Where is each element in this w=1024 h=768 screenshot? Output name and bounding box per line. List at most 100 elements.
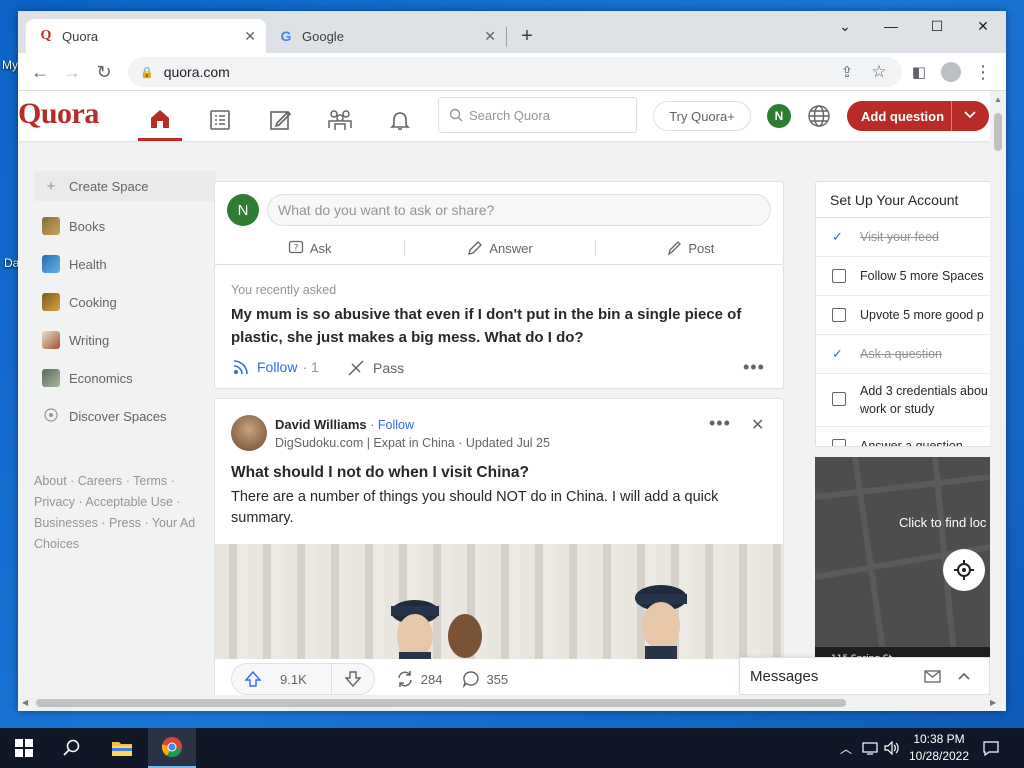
vertical-scrollbar[interactable]: ▲ <box>990 91 1006 695</box>
setup-item-answer-question[interactable]: Answer a question <box>816 427 990 446</box>
side-panel-icon[interactable]: ◧ <box>906 59 932 85</box>
follow-author-link[interactable]: · Follow <box>370 418 414 432</box>
sidebar-item-health[interactable]: Health <box>34 245 216 283</box>
minimize-button[interactable]: — <box>868 11 914 41</box>
new-message-icon[interactable] <box>924 668 942 688</box>
upvote-button[interactable]: 9.1K <box>232 663 331 695</box>
profile-icon[interactable] <box>938 59 964 85</box>
notifications-bell-icon[interactable] <box>378 99 422 141</box>
forward-button[interactable]: → <box>59 59 85 85</box>
maximize-button[interactable]: ☐ <box>914 11 960 41</box>
close-tab-icon[interactable]: ✕ <box>484 28 496 45</box>
notifications-icon[interactable] <box>980 728 1002 768</box>
map-cta-text[interactable]: Click to find loc <box>899 515 986 530</box>
show-hidden-icons-icon[interactable]: ︿ <box>836 728 856 768</box>
author-name[interactable]: David Williams <box>275 417 367 432</box>
sidebar-footer-links[interactable]: About · Careers · Terms · Privacy · Acce… <box>34 471 216 555</box>
post-question-title[interactable]: What should I not do when I visit China? <box>231 461 529 484</box>
follow-question-button[interactable]: Follow · 1 <box>233 359 319 375</box>
footer-line[interactable]: Privacy · Acceptable Use · <box>34 492 216 513</box>
desktop-icon-label[interactable]: My <box>2 58 18 72</box>
lock-icon[interactable]: 🔒 <box>140 66 154 79</box>
chrome-taskbar-button[interactable] <box>148 728 196 768</box>
checkbox[interactable] <box>832 392 846 406</box>
new-tab-button[interactable]: + <box>514 23 540 49</box>
setup-item-follow-spaces[interactable]: Follow 5 more Spaces <box>816 257 990 296</box>
language-globe-icon[interactable] <box>807 104 831 133</box>
taskbar-search-button[interactable] <box>48 728 96 768</box>
checkbox[interactable] <box>832 308 846 322</box>
checkbox[interactable] <box>832 269 846 283</box>
setup-item-visit-feed[interactable]: ✓ Visit your feed <box>816 218 990 257</box>
browser-menu-icon[interactable]: ⋮ <box>970 59 996 85</box>
scroll-left-arrow-icon[interactable]: ◀ <box>22 698 28 707</box>
map-ad-card[interactable]: 115 Spring St Click to find loc <box>815 457 990 665</box>
setup-item-ask-question[interactable]: ✓ Ask a question <box>816 335 990 374</box>
share-count: 284 <box>420 671 443 687</box>
quora-logo[interactable]: Quora <box>18 97 99 131</box>
sidebar-item-economics[interactable]: Economics <box>34 359 216 397</box>
back-button[interactable]: ← <box>27 59 53 85</box>
checkbox[interactable] <box>832 439 846 446</box>
share-button[interactable]: 284 <box>395 670 443 688</box>
horizontal-scroll-thumb[interactable] <box>36 699 846 707</box>
post-actions: 9.1K 284 355 <box>215 659 783 695</box>
post-button[interactable]: Post <box>596 234 785 262</box>
setup-item-credentials[interactable]: Add 3 credentials abou work or study <box>816 374 990 427</box>
network-icon[interactable] <box>860 728 880 768</box>
sidebar-item-discover-spaces[interactable]: Discover Spaces <box>34 397 216 435</box>
address-bar[interactable]: 🔒 quora.com <box>128 57 902 87</box>
chevron-up-icon[interactable] <box>956 668 972 688</box>
setup-item-upvote[interactable]: Upvote 5 more good p <box>816 296 990 335</box>
close-window-button[interactable]: ✕ <box>960 11 1006 41</box>
footer-line[interactable]: About · Careers · Terms · <box>34 471 216 492</box>
pass-button[interactable]: Pass <box>347 359 404 377</box>
add-question-button[interactable]: Add question <box>847 101 989 131</box>
setup-title: Set Up Your Account <box>816 182 990 218</box>
create-space-button[interactable]: + Create Space <box>34 171 216 201</box>
tab-separator <box>506 27 507 47</box>
scroll-right-arrow-icon[interactable]: ▶ <box>990 698 996 707</box>
locate-target-icon[interactable] <box>943 549 985 591</box>
footer-line[interactable]: Choices <box>34 534 216 555</box>
share-icon[interactable]: ⇪ <box>834 59 860 85</box>
tab-search-icon[interactable]: ⌄ <box>822 11 868 41</box>
search-input[interactable]: Search Quora <box>438 97 637 133</box>
vertical-scroll-thumb[interactable] <box>994 113 1002 151</box>
downvote-button[interactable] <box>330 663 374 695</box>
ask-button[interactable]: ? Ask <box>215 234 404 262</box>
try-quora-plus-button[interactable]: Try Quora+ <box>653 101 751 131</box>
scroll-up-arrow-icon[interactable]: ▲ <box>994 95 1002 104</box>
comments-button[interactable]: 355 <box>462 670 508 688</box>
tab-quora[interactable]: Q Quora ✕ <box>26 19 266 53</box>
footer-line[interactable]: Businesses · Press · Your Ad <box>34 513 216 534</box>
close-tab-icon[interactable]: ✕ <box>244 28 256 45</box>
spaces-people-icon[interactable] <box>318 99 362 141</box>
user-avatar[interactable]: N <box>767 104 791 128</box>
file-explorer-button[interactable] <box>98 728 146 768</box>
post-photo[interactable] <box>215 544 783 659</box>
horizontal-scrollbar[interactable]: ◀ ▶ <box>18 695 1006 711</box>
dismiss-icon[interactable]: ✕ <box>751 415 764 435</box>
bookmark-star-icon[interactable]: ☆ <box>866 59 892 85</box>
sidebar-item-cooking[interactable]: Cooking <box>34 283 216 321</box>
more-options-icon[interactable]: ••• <box>743 357 765 378</box>
author-avatar[interactable] <box>231 415 267 451</box>
more-options-icon[interactable]: ••• <box>709 413 731 434</box>
tab-google[interactable]: G Google ✕ <box>266 19 506 53</box>
taskbar-clock[interactable]: 10:38 PM 10/28/2022 <box>898 731 980 765</box>
sidebar-item-books[interactable]: Books <box>34 207 216 245</box>
answer-pencil-icon[interactable] <box>258 99 302 141</box>
start-button[interactable] <box>0 728 48 768</box>
user-avatar[interactable]: N <box>227 194 259 226</box>
answer-button[interactable]: Answer <box>405 234 594 262</box>
recent-question[interactable]: My mum is so abusive that even if I don'… <box>231 303 771 349</box>
reload-button[interactable]: ↻ <box>91 59 117 85</box>
sidebar-item-writing[interactable]: Writing <box>34 321 216 359</box>
ask-input[interactable]: What do you want to ask or share? <box>267 194 771 226</box>
messages-panel[interactable]: Messages <box>739 657 990 695</box>
home-icon[interactable] <box>138 99 182 141</box>
post-excerpt[interactable]: There are a number of things you should … <box>231 487 771 529</box>
chevron-down-icon[interactable] <box>963 107 977 124</box>
following-icon[interactable] <box>198 99 242 141</box>
